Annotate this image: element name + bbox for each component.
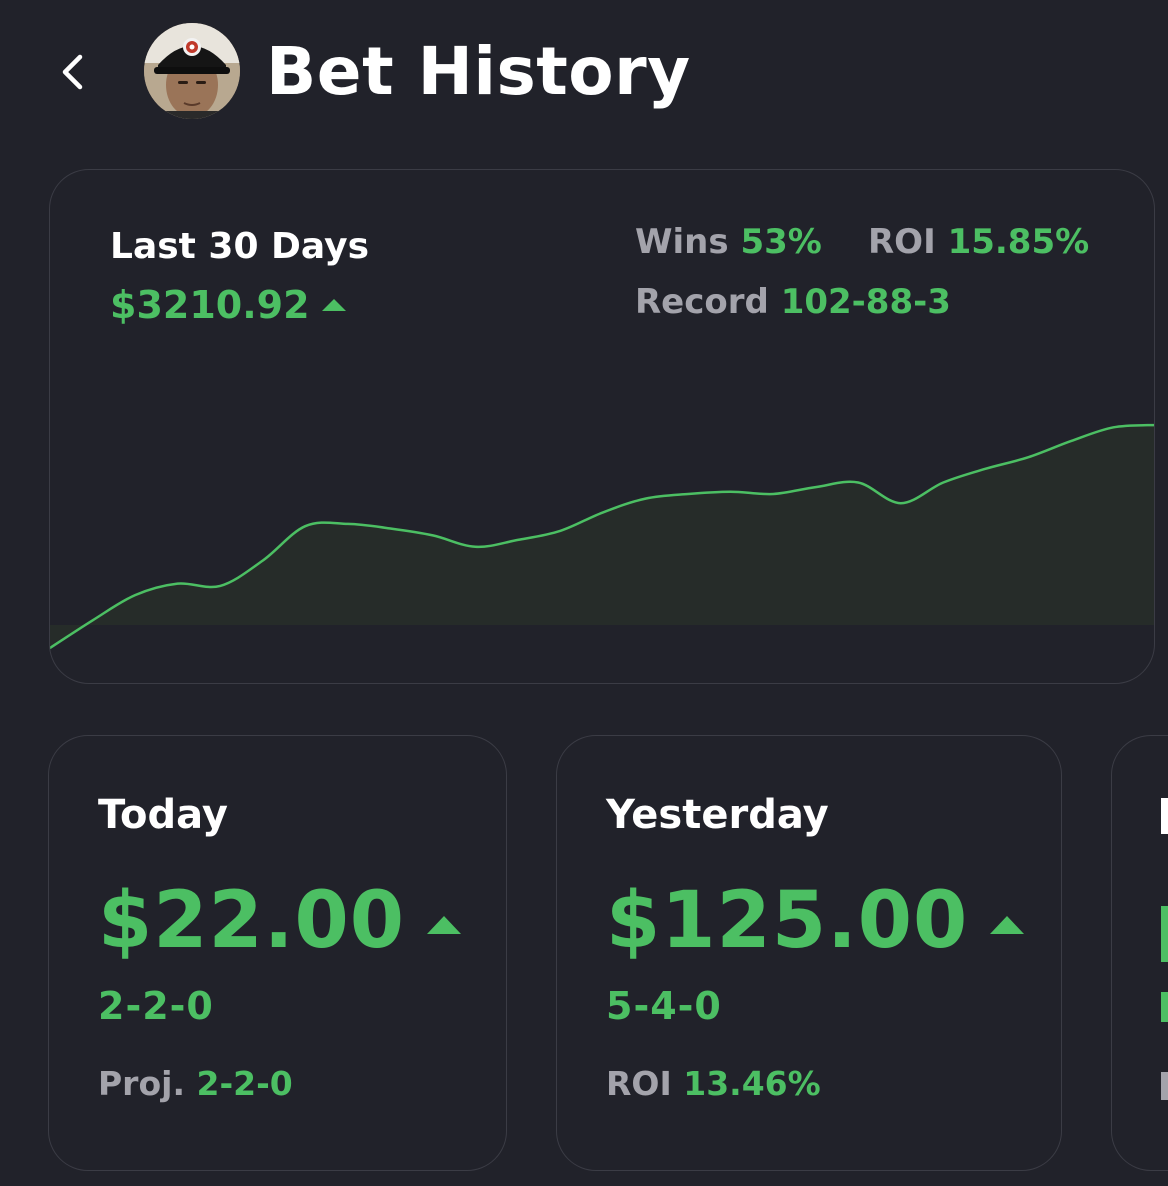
roi-label: ROI <box>868 222 936 262</box>
partial-amount-glyph <box>1161 906 1168 962</box>
partial-title-glyph <box>1161 798 1168 834</box>
back-button[interactable] <box>52 48 92 96</box>
record-value: 102-88-3 <box>780 282 951 322</box>
record-stat: Record 102-88-3 <box>635 282 951 322</box>
avatar-photo <box>144 23 240 119</box>
wins-value: 53% <box>740 222 822 262</box>
yesterday-record: 5-4-0 <box>606 984 722 1028</box>
period-label: Last 30 Days <box>110 226 369 267</box>
today-record: 2-2-0 <box>98 984 214 1028</box>
projection-label: Proj. <box>98 1064 185 1103</box>
partial-extra-glyph <box>1161 1072 1168 1100</box>
roi-stat: ROI 15.85% <box>868 222 1089 262</box>
trend-up-icon <box>427 916 461 934</box>
yesterday-roi: ROI 13.46% <box>606 1064 821 1103</box>
partial-record-glyph <box>1161 992 1168 1022</box>
wins-stat: Wins 53% <box>635 222 822 262</box>
projection-value: 2-2-0 <box>196 1064 293 1103</box>
today-projection: Proj. 2-2-0 <box>98 1064 293 1103</box>
trend-up-icon <box>990 916 1025 934</box>
today-amount: $22.00 <box>98 876 461 966</box>
avatar[interactable] <box>144 23 240 119</box>
roi-label: ROI <box>606 1064 672 1103</box>
record-label: Record <box>635 282 769 322</box>
yesterday-title: Yesterday <box>606 792 829 838</box>
page-title: Bet History <box>266 33 691 110</box>
today-card[interactable]: Today $22.00 2-2-0 Proj. 2-2-0 <box>48 735 507 1171</box>
period-total: $3210.92 <box>110 283 346 327</box>
yesterday-card[interactable]: Yesterday $125.00 5-4-0 ROI 13.46% <box>556 735 1062 1171</box>
wins-label: Wins <box>635 222 729 262</box>
chevron-left-icon <box>62 54 83 90</box>
yesterday-amount: $125.00 <box>606 876 1025 966</box>
roi-value: 13.46% <box>683 1064 821 1103</box>
next-card-partial[interactable] <box>1111 735 1168 1171</box>
roi-value: 15.85% <box>947 222 1090 262</box>
yesterday-amount-value: $125.00 <box>606 876 969 966</box>
profit-area <box>50 425 1154 648</box>
period-total-value: $3210.92 <box>110 283 310 327</box>
trend-up-icon <box>321 299 346 311</box>
today-title: Today <box>98 792 228 838</box>
bet-history-screen: Bet History Last 30 Days $3210.92 Wins 5… <box>0 0 1168 1186</box>
summary-card[interactable]: Last 30 Days $3210.92 Wins 53% ROI 15.85… <box>49 169 1155 684</box>
today-amount-value: $22.00 <box>98 876 405 966</box>
